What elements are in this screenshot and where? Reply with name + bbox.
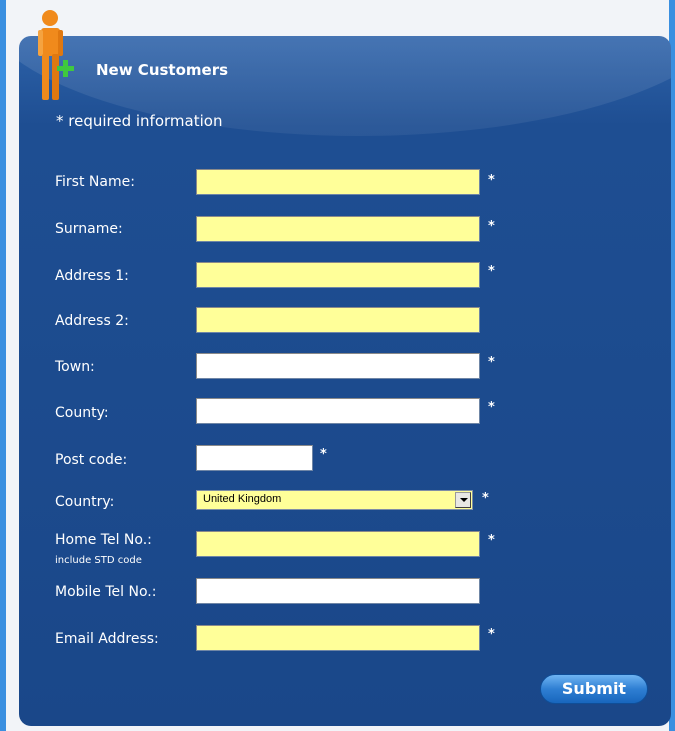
panel-title: New Customers [96, 61, 229, 79]
required-marker: * [488, 627, 495, 642]
required-marker: * [488, 173, 495, 188]
required-marker: * [488, 355, 495, 370]
surname-input[interactable] [196, 216, 480, 242]
postcode-label: Post code: [55, 452, 128, 468]
required-marker: * [488, 533, 495, 548]
home-tel-label: Home Tel No.: [55, 532, 152, 548]
address1-label: Address 1: [55, 268, 129, 284]
required-marker: * [482, 491, 489, 506]
county-input[interactable] [196, 398, 480, 424]
country-selected-value: United Kingdom [203, 493, 282, 505]
home-tel-hint: include STD code [55, 555, 142, 566]
first-name-label: First Name: [55, 174, 135, 190]
address1-input[interactable] [196, 262, 480, 288]
country-label: Country: [55, 494, 115, 510]
mobile-tel-label: Mobile Tel No.: [55, 584, 157, 600]
mobile-tel-input[interactable] [196, 578, 480, 604]
required-marker: * [320, 447, 327, 462]
first-name-input[interactable] [196, 169, 480, 195]
email-label: Email Address: [55, 631, 159, 647]
required-info-note: * required information [56, 112, 223, 130]
email-input[interactable] [196, 625, 480, 651]
town-input[interactable] [196, 353, 480, 379]
new-customer-panel [19, 36, 671, 726]
country-select[interactable]: United Kingdom [196, 490, 473, 510]
county-label: County: [55, 405, 109, 421]
dropdown-arrow-button[interactable] [455, 492, 471, 508]
address2-input[interactable] [196, 307, 480, 333]
required-marker: * [488, 264, 495, 279]
town-label: Town: [55, 359, 95, 375]
surname-label: Surname: [55, 221, 123, 237]
address2-label: Address 2: [55, 313, 129, 329]
chevron-down-icon [460, 498, 468, 502]
postcode-input[interactable] [196, 445, 313, 471]
submit-button[interactable]: Submit [540, 674, 648, 704]
required-marker: * [488, 400, 495, 415]
required-marker: * [488, 219, 495, 234]
add-person-icon [38, 10, 74, 100]
home-tel-input[interactable] [196, 531, 480, 557]
